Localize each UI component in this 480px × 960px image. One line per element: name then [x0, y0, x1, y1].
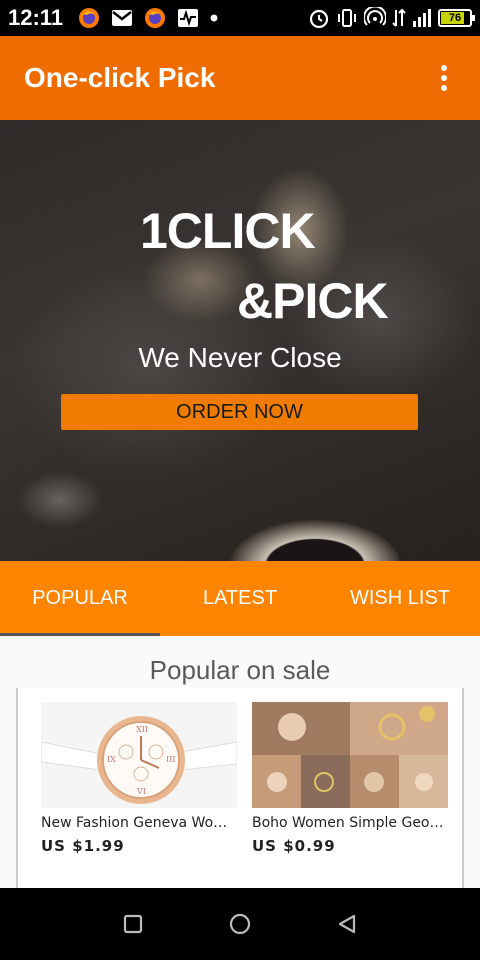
signal-icon [412, 8, 432, 28]
activity-icon [177, 8, 199, 28]
svg-text:VI: VI [136, 787, 146, 796]
svg-text:IX: IX [107, 755, 116, 764]
status-bar: 12:11 76 [0, 0, 480, 36]
order-now-button[interactable]: ORDER NOW [61, 394, 418, 430]
battery-icon: 76 [438, 9, 475, 27]
product-image-watch: XII III VI IX [41, 702, 237, 808]
product-name: New Fashion Geneva Women... [41, 816, 237, 831]
app-title: One-click Pick [24, 62, 216, 93]
firefox-icon [143, 6, 167, 30]
hero-title-line2: &PICK [237, 273, 389, 329]
home-circle-icon[interactable] [220, 904, 260, 944]
hero-cup-image [230, 520, 400, 561]
product-card[interactable]: Boho Women Simple Geometric... US $0.99 [252, 702, 448, 855]
battery-level: 76 [448, 12, 462, 24]
status-notification-icons [77, 6, 219, 30]
notification-dot-icon [209, 13, 219, 23]
hero-subtitle: We Never Close [138, 342, 342, 373]
tab-popular[interactable]: POPULAR [0, 561, 160, 636]
section-title: Popular on sale [149, 655, 331, 685]
vibrate-icon [336, 7, 358, 29]
product-name: Boho Women Simple Geometric... [252, 816, 448, 831]
svg-text:XII: XII [136, 725, 148, 734]
app-bar: One-click Pick [0, 36, 480, 120]
hotspot-icon [364, 7, 386, 29]
status-time: 12:11 [8, 5, 64, 30]
status-system-icons: 76 [308, 7, 475, 29]
hero-banner: 1CLICK &PICK We Never Close ORDER NOW [0, 120, 480, 561]
firefox-icon [77, 6, 101, 30]
system-nav-bar [0, 888, 480, 960]
product-image-earrings [252, 702, 448, 808]
alarm-icon [308, 7, 330, 29]
product-price: US $1.99 [41, 837, 125, 855]
tab-latest[interactable]: LATEST [160, 561, 320, 636]
svg-text:III: III [166, 755, 175, 764]
product-price: US $0.99 [252, 837, 336, 855]
product-card[interactable]: XII III VI IX New Fashion Geneva Women... U… [41, 702, 237, 855]
product-list: XII III VI IX New Fashion Geneva Women... U… [16, 688, 464, 888]
data-arrows-icon [392, 7, 406, 29]
recents-square-icon[interactable] [113, 904, 153, 944]
tab-wish-list[interactable]: WISH LIST [320, 561, 480, 636]
hero-title-line1: 1CLICK [140, 203, 316, 259]
tab-bar: POPULAR LATEST WISH LIST [0, 561, 480, 636]
back-triangle-icon[interactable] [327, 904, 367, 944]
gmail-icon [111, 9, 133, 27]
more-vert-icon[interactable] [432, 58, 456, 98]
